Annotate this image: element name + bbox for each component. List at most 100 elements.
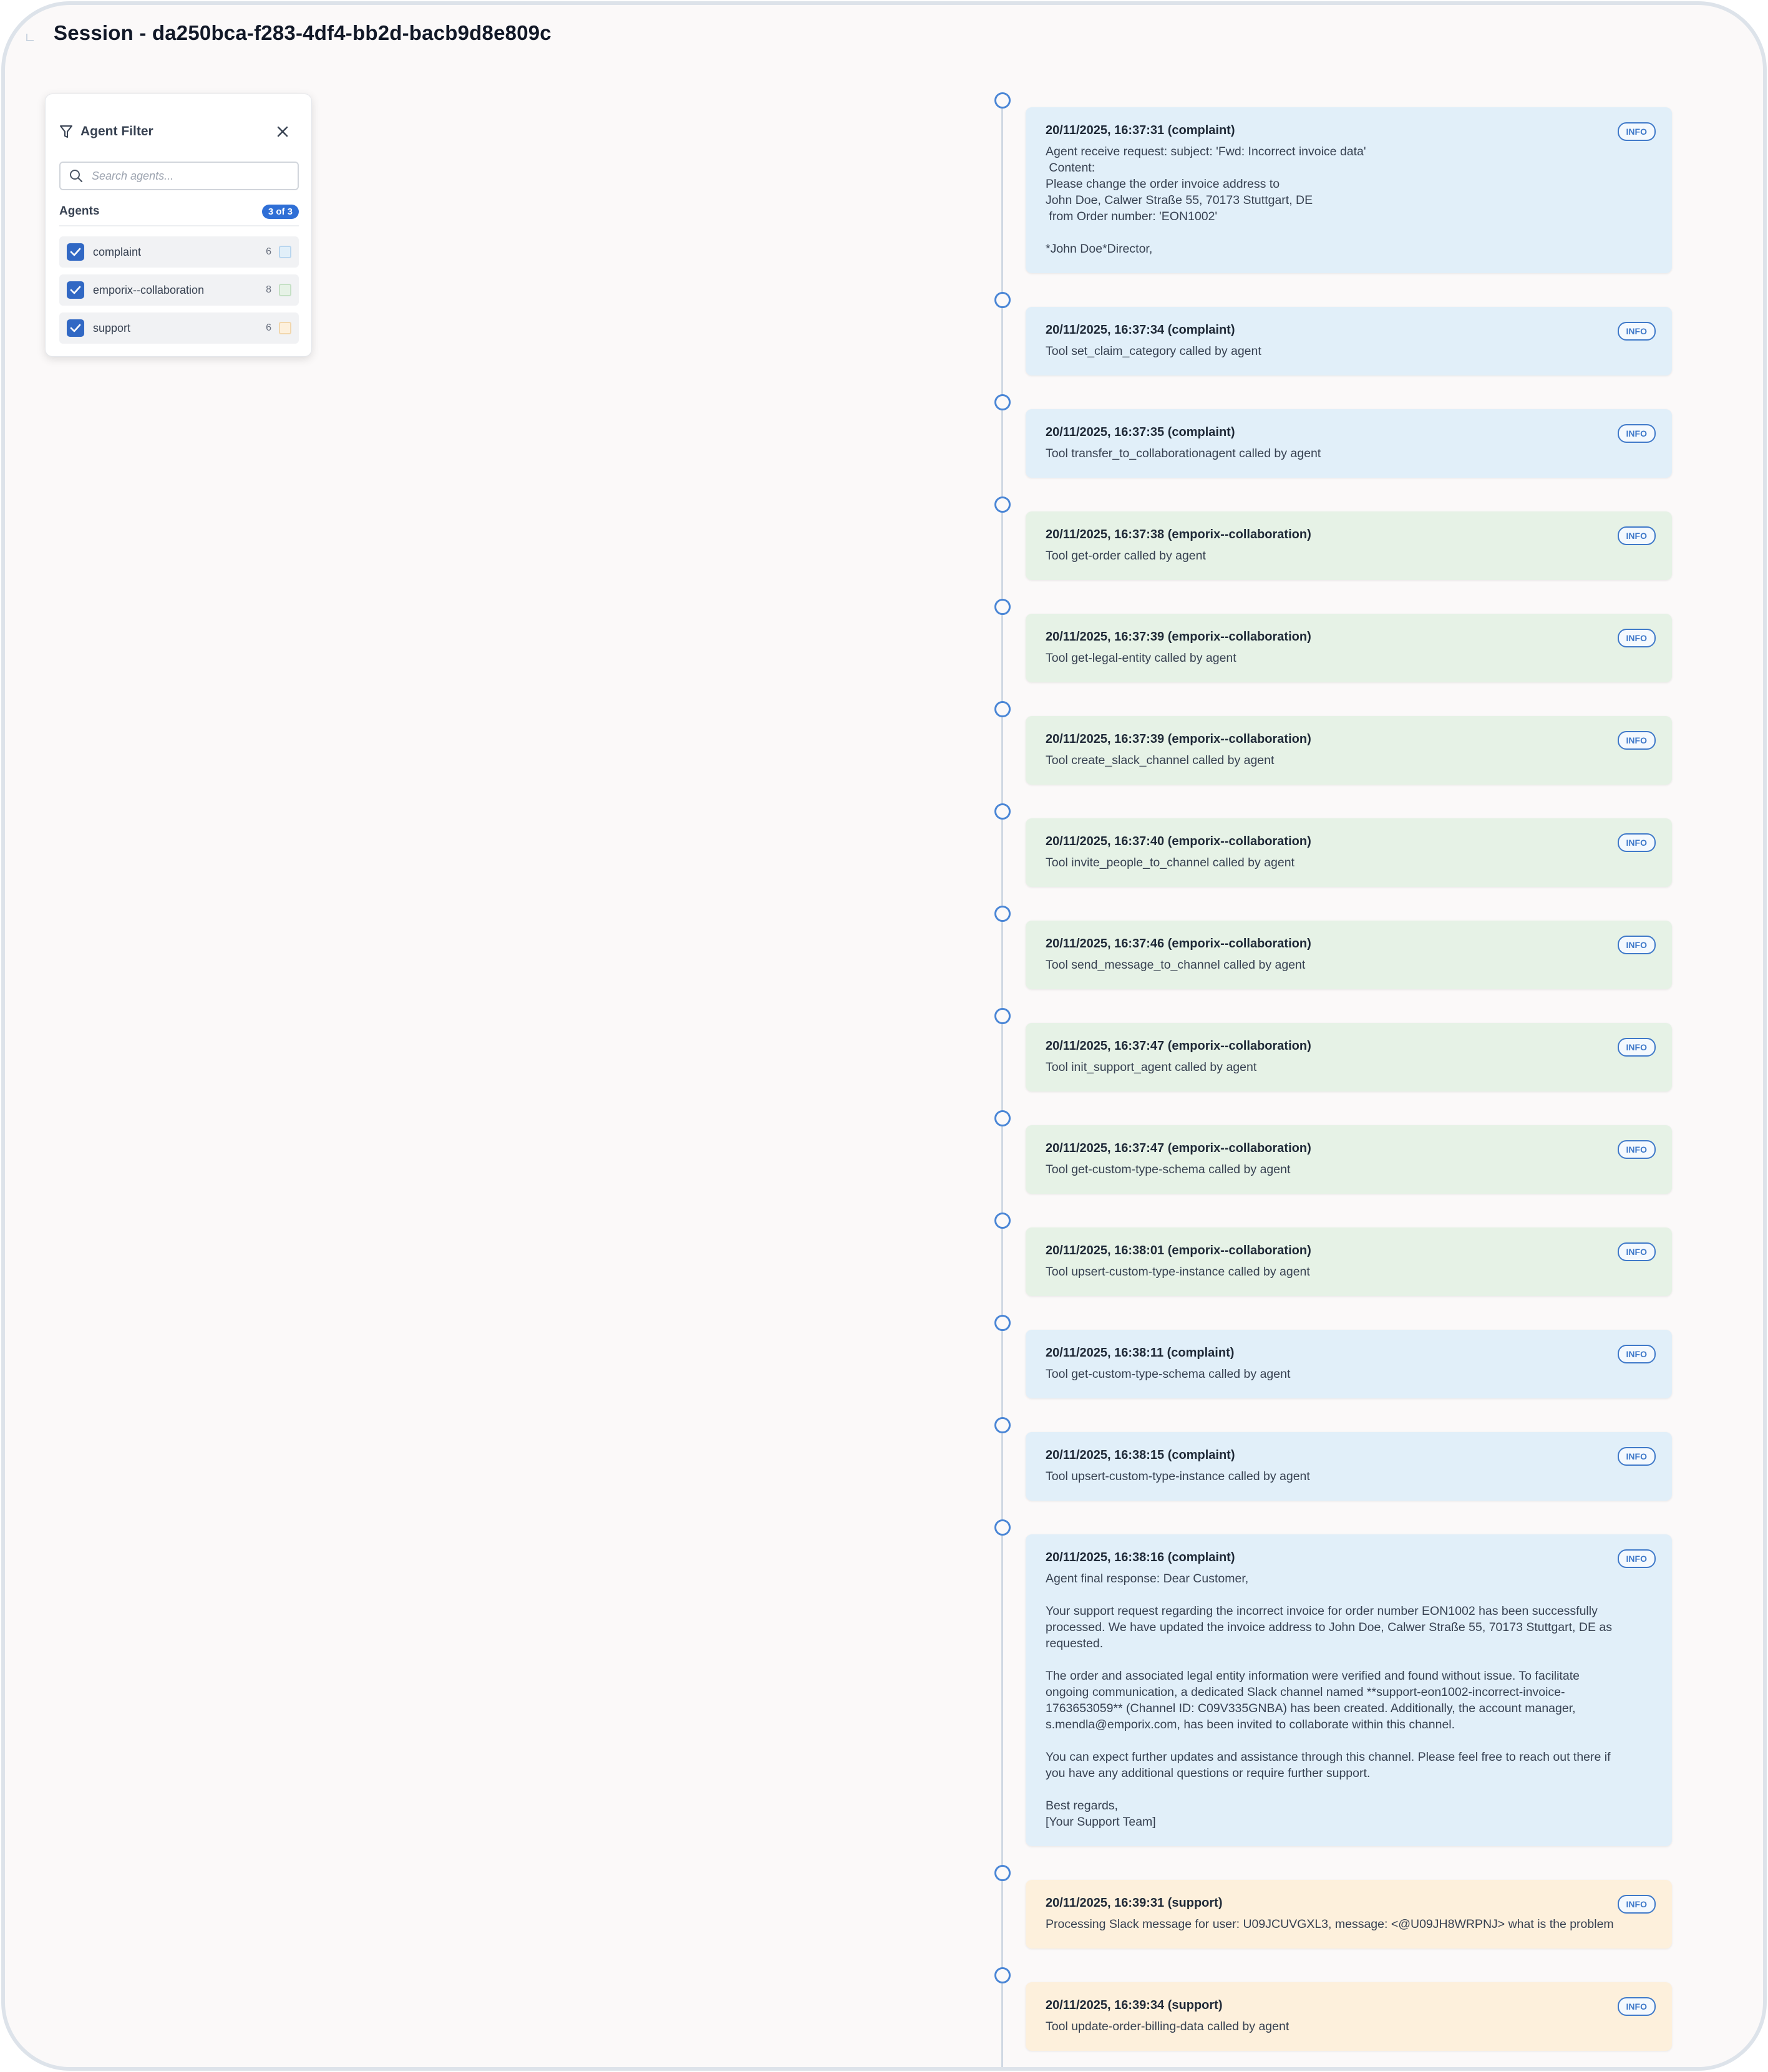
log-message: Tool create_slack_channel called by agen…	[1046, 753, 1275, 767]
log-timestamp: 20/11/2025, 16:37:39 (emporix--collabora…	[1046, 630, 1311, 644]
log-timestamp: 20/11/2025, 16:37:31 (complaint)	[1046, 123, 1235, 137]
agents-section-header: Agents 3 of 3	[59, 203, 299, 220]
filter-icon	[60, 125, 72, 138]
log-entry: 20/11/2025, 16:37:31 (complaint) Agent r…	[1026, 107, 1672, 273]
agent-count: 6	[266, 322, 271, 333]
log-timestamp: 20/11/2025, 16:37:47 (emporix--collabora…	[1046, 1141, 1311, 1155]
search-icon	[70, 170, 83, 183]
log-level-badge: INFO	[1617, 1895, 1656, 1914]
log-level-badge: INFO	[1617, 526, 1656, 545]
log-entry: 20/11/2025, 16:38:01 (emporix--collabora…	[1026, 1227, 1672, 1296]
log-level-badge: INFO	[1617, 1038, 1656, 1057]
log-level-badge: INFO	[1617, 424, 1656, 443]
log-message: Tool set_claim_category called by agent	[1046, 344, 1261, 358]
agent-filter-panel: Agent Filter Agents 3 of 3	[45, 94, 312, 357]
log-message: Processing Slack message for user: U09JC…	[1046, 1917, 1614, 1931]
timeline-dot	[994, 1008, 1011, 1024]
check-icon	[70, 286, 81, 294]
timeline-dot	[994, 1417, 1011, 1433]
timeline-dot	[994, 1315, 1011, 1331]
page-icon	[26, 34, 34, 41]
agent-filter-header: Agent Filter	[59, 119, 298, 144]
log-timestamp: 20/11/2025, 16:37:39 (emporix--collabora…	[1046, 732, 1311, 746]
check-icon	[70, 324, 81, 332]
log-entry: 20/11/2025, 16:39:34 (support) Tool upda…	[1026, 1982, 1672, 2051]
app-window: Session - da250bca-f283-4df4-bb2d-bacb9d…	[1, 1, 1767, 2071]
agent-item-complaint[interactable]: complaint 6	[59, 236, 299, 268]
log-timestamp: 20/11/2025, 16:38:01 (emporix--collabora…	[1046, 1244, 1311, 1257]
log-message: Agent final response: Dear Customer, You…	[1046, 1572, 1612, 1829]
timeline-dot	[994, 1865, 1011, 1881]
log-entry: 20/11/2025, 16:38:11 (complaint) Tool ge…	[1026, 1330, 1672, 1398]
log-message: Tool get-custom-type-schema called by ag…	[1046, 1163, 1291, 1176]
log-entry: 20/11/2025, 16:39:31 (support) Processin…	[1026, 1880, 1672, 1949]
agent-name: emporix--collaboration	[93, 283, 205, 296]
log-message: Tool invite_people_to_channel called by …	[1046, 856, 1294, 869]
log-message: Tool transfer_to_collaborationagent call…	[1046, 447, 1321, 460]
log-timestamp: 20/11/2025, 16:37:40 (emporix--collabora…	[1046, 835, 1311, 848]
log-entry: 20/11/2025, 16:38:16 (complaint) Agent f…	[1026, 1534, 1672, 1846]
log-timestamp: 20/11/2025, 16:39:31 (support)	[1046, 1896, 1223, 1910]
log-entry: 20/11/2025, 16:37:38 (emporix--collabora…	[1026, 511, 1672, 580]
log-level-badge: INFO	[1617, 833, 1656, 852]
log-entry: 20/11/2025, 16:37:46 (emporix--collabora…	[1026, 921, 1672, 989]
log-timestamp: 20/11/2025, 16:37:34 (complaint)	[1046, 323, 1235, 337]
log-entry: 20/11/2025, 16:37:35 (complaint) Tool tr…	[1026, 409, 1672, 478]
timeline-dot	[994, 1213, 1011, 1229]
agent-color-swatch	[279, 284, 291, 296]
agents-label: Agents	[59, 205, 100, 218]
close-filter-button[interactable]	[274, 123, 291, 140]
timeline-dot	[994, 803, 1011, 820]
timeline-dot	[994, 1519, 1011, 1536]
agent-search-input[interactable]	[92, 169, 291, 183]
log-message: Tool upsert-custom-type-instance called …	[1046, 1469, 1310, 1483]
log-message: Tool update-order-billing-data called by…	[1046, 2020, 1290, 2033]
agent-name: complaint	[93, 245, 142, 258]
agent-search-box[interactable]	[59, 162, 299, 190]
agent-count: 6	[266, 246, 271, 257]
timeline-dot	[994, 292, 1011, 308]
log-timestamp: 20/11/2025, 16:37:46 (emporix--collabora…	[1046, 937, 1311, 951]
log-level-badge: INFO	[1617, 629, 1656, 647]
log-level-badge: INFO	[1617, 1447, 1656, 1466]
agent-count: 8	[266, 284, 271, 295]
log-level-badge: INFO	[1617, 322, 1656, 341]
agent-item-support[interactable]: support 6	[59, 312, 299, 344]
page-title: Session - da250bca-f283-4df4-bb2d-bacb9d…	[54, 21, 551, 44]
log-message: Tool send_message_to_channel called by a…	[1046, 958, 1306, 972]
log-level-badge: INFO	[1617, 122, 1656, 141]
log-level-badge: INFO	[1617, 731, 1656, 750]
agent-checkbox[interactable]	[67, 243, 84, 261]
log-entry: 20/11/2025, 16:37:47 (emporix--collabora…	[1026, 1023, 1672, 1092]
agents-count-badge: 3 of 3	[261, 204, 299, 219]
agent-checkbox[interactable]	[67, 319, 84, 337]
log-message: Tool init_support_agent called by agent	[1046, 1060, 1257, 1074]
agent-item-emporix-collaboration[interactable]: emporix--collaboration 8	[59, 274, 299, 306]
log-level-badge: INFO	[1617, 1345, 1656, 1363]
close-icon[interactable]	[276, 125, 289, 138]
log-level-badge: INFO	[1617, 1242, 1656, 1261]
log-timestamp: 20/11/2025, 16:37:47 (emporix--collabora…	[1046, 1039, 1311, 1053]
agent-color-swatch	[279, 322, 291, 334]
timeline-dot	[994, 1110, 1011, 1126]
agent-list: complaint 6 emporix--collaboration 8 sup…	[59, 236, 299, 351]
log-entry: 20/11/2025, 16:37:39 (emporix--collabora…	[1026, 614, 1672, 682]
log-entry: 20/11/2025, 16:37:47 (emporix--collabora…	[1026, 1125, 1672, 1194]
log-timestamp: 20/11/2025, 16:38:15 (complaint)	[1046, 1448, 1235, 1462]
timeline-dot	[994, 906, 1011, 922]
divider	[59, 225, 299, 226]
log-level-badge: INFO	[1617, 1549, 1656, 1568]
log-timestamp: 20/11/2025, 16:38:11 (complaint)	[1046, 1346, 1235, 1360]
log-message: Tool upsert-custom-type-instance called …	[1046, 1265, 1310, 1279]
log-timestamp: 20/11/2025, 16:37:35 (complaint)	[1046, 425, 1235, 439]
log-entry: 20/11/2025, 16:37:39 (emporix--collabora…	[1026, 716, 1672, 785]
timeline-dot	[994, 599, 1011, 615]
log-timestamp: 20/11/2025, 16:37:38 (emporix--collabora…	[1046, 528, 1311, 541]
agent-checkbox[interactable]	[67, 281, 84, 299]
log-entry: 20/11/2025, 16:37:34 (complaint) Tool se…	[1026, 307, 1672, 375]
agent-color-swatch	[279, 246, 291, 258]
agent-name: support	[93, 321, 131, 334]
agent-filter-title: Agent Filter	[80, 124, 153, 138]
log-message: Tool get-order called by agent	[1046, 549, 1206, 563]
log-level-badge: INFO	[1617, 1140, 1656, 1159]
